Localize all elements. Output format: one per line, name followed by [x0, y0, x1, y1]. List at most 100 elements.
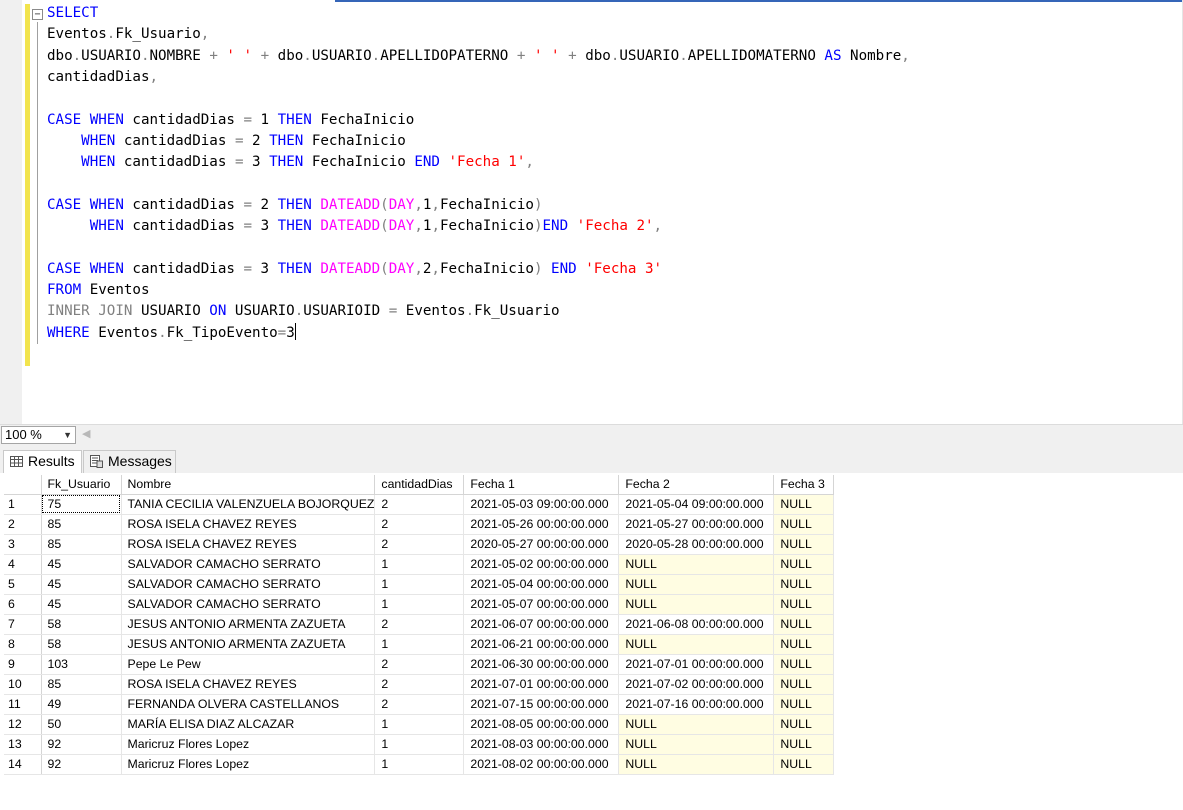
grid-cell[interactable]: NULL: [773, 634, 835, 655]
column-header[interactable]: cantidadDias: [374, 475, 465, 495]
grid-cell[interactable]: MARÍA ELISA DIAZ ALCAZAR: [121, 714, 376, 735]
code-line[interactable]: CASE WHEN cantidadDias = 3 THEN DATEADD(…: [47, 259, 662, 280]
grid-cell[interactable]: NULL: [773, 574, 835, 595]
grid-cell[interactable]: 2: [374, 614, 465, 635]
grid-cell[interactable]: 2021-08-03 00:00:00.000: [463, 734, 620, 755]
grid-cell[interactable]: 2: [374, 654, 465, 675]
grid-cell[interactable]: ROSA ISELA CHAVEZ REYES: [121, 534, 376, 555]
row-number[interactable]: 14: [4, 754, 42, 775]
code-line[interactable]: INNER JOIN USUARIO ON USUARIO.USUARIOID …: [47, 301, 560, 322]
grid-cell[interactable]: 2: [374, 494, 465, 515]
results-grid[interactable]: Fk_Usuario Nombre cantidadDias Fecha 1 F…: [4, 475, 835, 775]
grid-cell[interactable]: 1: [374, 714, 465, 735]
row-number[interactable]: 5: [4, 574, 42, 595]
code-line[interactable]: dbo.USUARIO.NOMBRE + ' ' + dbo.USUARIO.A…: [47, 46, 910, 67]
grid-cell[interactable]: 1: [374, 554, 465, 575]
grid-cell[interactable]: SALVADOR CAMACHO SERRATO: [121, 594, 376, 615]
grid-cell[interactable]: 2021-07-15 00:00:00.000: [463, 694, 620, 715]
grid-cell[interactable]: 58: [41, 634, 122, 655]
grid-cell[interactable]: 1: [374, 634, 465, 655]
grid-cell[interactable]: 2021-05-02 00:00:00.000: [463, 554, 620, 575]
grid-cell[interactable]: NULL: [773, 754, 835, 775]
grid-cell[interactable]: FERNANDA OLVERA CASTELLANOS: [121, 694, 376, 715]
row-number[interactable]: 8: [4, 634, 42, 655]
grid-cell[interactable]: NULL: [773, 494, 835, 515]
grid-cell[interactable]: 85: [41, 514, 122, 535]
grid-cell[interactable]: 2021-06-07 00:00:00.000: [463, 614, 620, 635]
grid-cell[interactable]: 2021-05-04 00:00:00.000: [463, 574, 620, 595]
grid-cell[interactable]: 1: [374, 574, 465, 595]
row-number[interactable]: 9: [4, 654, 42, 675]
grid-cell[interactable]: 1: [374, 734, 465, 755]
grid-cell[interactable]: NULL: [618, 634, 775, 655]
row-number[interactable]: 13: [4, 734, 42, 755]
grid-cell[interactable]: NULL: [773, 654, 835, 675]
grid-cell[interactable]: 2021-05-04 09:00:00.000: [618, 494, 775, 515]
row-number[interactable]: 6: [4, 594, 42, 615]
grid-cell[interactable]: NULL: [618, 594, 775, 615]
column-header[interactable]: Fk_Usuario: [41, 475, 122, 495]
table-row[interactable]: 8 58 JESUS ANTONIO ARMENTA ZAZUETA 1 2021-06…: [4, 634, 835, 655]
table-row[interactable]: 14 92 Maricruz Flores Lopez 1 2021-08-02 00:…: [4, 754, 835, 775]
grid-cell[interactable]: 2021-05-07 00:00:00.000: [463, 594, 620, 615]
grid-cell[interactable]: 75: [41, 494, 122, 515]
grid-cell[interactable]: 2: [374, 694, 465, 715]
grid-cell[interactable]: NULL: [773, 594, 835, 615]
code-line[interactable]: CASE WHEN cantidadDias = 1 THEN FechaIni…: [47, 110, 414, 131]
grid-cell[interactable]: 58: [41, 614, 122, 635]
grid-cell[interactable]: NULL: [618, 734, 775, 755]
code-line[interactable]: WHEN cantidadDias = 2 THEN FechaInicio: [47, 131, 406, 152]
grid-cell[interactable]: 2: [374, 674, 465, 695]
grid-cell[interactable]: JESUS ANTONIO ARMENTA ZAZUETA: [121, 634, 376, 655]
table-row[interactable]: 10 85 ROSA ISELA CHAVEZ REYES 2 2021-07-01 0…: [4, 674, 835, 695]
grid-cell[interactable]: NULL: [773, 714, 835, 735]
table-row[interactable]: 4 45 SALVADOR CAMACHO SERRATO 1 2021-05-02 0…: [4, 554, 835, 575]
row-number[interactable]: 10: [4, 674, 42, 695]
code-line[interactable]: CASE WHEN cantidadDias = 2 THEN DATEADD(…: [47, 195, 542, 216]
row-number[interactable]: 12: [4, 714, 42, 735]
code-line[interactable]: cantidadDias,: [47, 67, 158, 88]
tab-results[interactable]: Results: [3, 450, 82, 473]
grid-cell[interactable]: NULL: [618, 754, 775, 775]
row-number[interactable]: 3: [4, 534, 42, 555]
grid-cell[interactable]: NULL: [618, 554, 775, 575]
table-row[interactable]: 9 103 Pepe Le Pew 2 2021-06-30 00:00:00.000 2…: [4, 654, 835, 675]
grid-cell[interactable]: 2020-05-28 00:00:00.000: [618, 534, 775, 555]
grid-cell[interactable]: SALVADOR CAMACHO SERRATO: [121, 574, 376, 595]
grid-cell[interactable]: 103: [41, 654, 122, 675]
grid-cell[interactable]: 2021-08-02 00:00:00.000: [463, 754, 620, 775]
column-header[interactable]: Nombre: [121, 475, 376, 495]
code-line[interactable]: SELECT: [47, 3, 98, 24]
grid-cell[interactable]: 45: [41, 554, 122, 575]
grid-cell[interactable]: NULL: [773, 614, 835, 635]
grid-cell[interactable]: ROSA ISELA CHAVEZ REYES: [121, 514, 376, 535]
row-number[interactable]: 2: [4, 514, 42, 535]
grid-cell[interactable]: ROSA ISELA CHAVEZ REYES: [121, 674, 376, 695]
column-header[interactable]: Fecha 2: [618, 475, 775, 495]
grid-cell[interactable]: 2021-07-01 00:00:00.000: [618, 654, 775, 675]
grid-cell[interactable]: NULL: [773, 674, 835, 695]
grid-cell[interactable]: 2021-06-30 00:00:00.000: [463, 654, 620, 675]
code-line[interactable]: Eventos.Fk_Usuario,: [47, 24, 209, 45]
table-row[interactable]: 3 85 ROSA ISELA CHAVEZ REYES 2 2020-05-27 00…: [4, 534, 835, 555]
code-line[interactable]: FROM Eventos: [47, 280, 150, 301]
grid-cell[interactable]: 2021-07-02 00:00:00.000: [618, 674, 775, 695]
column-header[interactable]: Fecha 3: [773, 475, 835, 495]
grid-corner[interactable]: [4, 475, 42, 495]
table-row[interactable]: 1 75 TANIA CECILIA VALENZUELA BOJORQUEZ 2 20…: [4, 494, 835, 515]
grid-cell[interactable]: NULL: [773, 734, 835, 755]
grid-cell[interactable]: 2021-07-16 00:00:00.000: [618, 694, 775, 715]
grid-cell[interactable]: 1: [374, 594, 465, 615]
tab-messages[interactable]: Messages: [83, 450, 176, 473]
table-row[interactable]: 6 45 SALVADOR CAMACHO SERRATO 1 2021-05-07 0…: [4, 594, 835, 615]
table-row[interactable]: 13 92 Maricruz Flores Lopez 1 2021-08-03 00:…: [4, 734, 835, 755]
grid-cell[interactable]: 2021-05-26 00:00:00.000: [463, 514, 620, 535]
grid-cell[interactable]: NULL: [773, 514, 835, 535]
grid-cell[interactable]: 2021-06-08 00:00:00.000: [618, 614, 775, 635]
grid-cell[interactable]: 85: [41, 674, 122, 695]
scroll-left-arrow-icon[interactable]: ◀: [82, 427, 90, 440]
table-row[interactable]: 2 85 ROSA ISELA CHAVEZ REYES 2 2021-05-26 00…: [4, 514, 835, 535]
grid-cell[interactable]: TANIA CECILIA VALENZUELA BOJORQUEZ: [121, 494, 376, 515]
grid-cell[interactable]: 92: [41, 734, 122, 755]
grid-cell[interactable]: 2: [374, 514, 465, 535]
